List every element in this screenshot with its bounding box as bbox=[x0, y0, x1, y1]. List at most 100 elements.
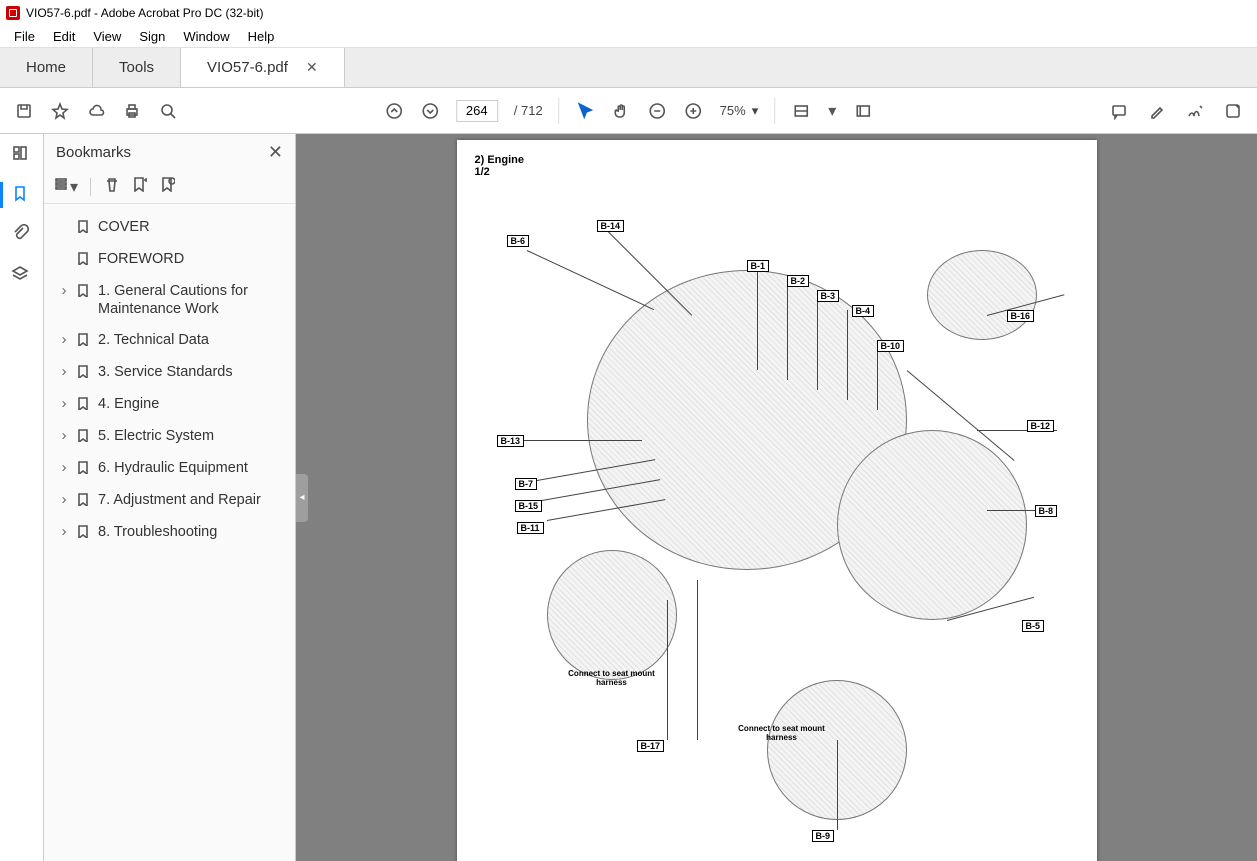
chevron-right-icon[interactable]: › bbox=[58, 427, 70, 445]
menu-window[interactable]: Window bbox=[175, 27, 237, 46]
titlebar: VIO57-6.pdf - Adobe Acrobat Pro DC (32-b… bbox=[0, 0, 1257, 26]
add-bookmark-icon[interactable] bbox=[131, 176, 147, 197]
bookmark-label: 3. Service Standards bbox=[98, 363, 287, 381]
page: 2) Engine 1/2 bbox=[457, 140, 1097, 861]
engine-diagram: Connect to seat mount harness Connect to… bbox=[467, 180, 1087, 861]
document-viewer[interactable]: ◂ 2) Engine 1/2 bbox=[296, 134, 1257, 861]
bookmark-item[interactable]: ›2. Technical Data bbox=[54, 325, 291, 357]
layers-icon[interactable] bbox=[11, 264, 33, 286]
pdf-icon bbox=[6, 6, 20, 20]
bookmark-label: COVER bbox=[98, 218, 287, 236]
callout-label: B-8 bbox=[1035, 505, 1058, 517]
menu-edit[interactable]: Edit bbox=[45, 27, 83, 46]
menu-file[interactable]: File bbox=[6, 27, 43, 46]
thumbnails-icon[interactable] bbox=[11, 144, 33, 166]
callout-label: B-14 bbox=[597, 220, 625, 232]
chevron-right-icon[interactable]: › bbox=[58, 491, 70, 509]
tab-document[interactable]: VIO57-6.pdf ✕ bbox=[181, 48, 345, 87]
bookmark-item[interactable]: ›5. Electric System bbox=[54, 421, 291, 453]
find-bookmark-icon[interactable] bbox=[159, 176, 175, 197]
comment-icon[interactable] bbox=[1109, 101, 1129, 121]
cloud-icon[interactable] bbox=[86, 101, 106, 121]
more-tools-icon[interactable] bbox=[1223, 101, 1243, 121]
select-tool-icon[interactable] bbox=[576, 101, 596, 121]
window-title: VIO57-6.pdf - Adobe Acrobat Pro DC (32-b… bbox=[26, 6, 263, 20]
tab-home-label: Home bbox=[26, 59, 66, 76]
page-up-icon[interactable] bbox=[384, 101, 404, 121]
tab-home[interactable]: Home bbox=[0, 48, 93, 87]
callout-label: B-11 bbox=[517, 522, 544, 534]
chevron-right-icon[interactable]: › bbox=[58, 331, 70, 349]
chevron-right-icon[interactable]: › bbox=[58, 459, 70, 477]
diagram-note: Connect to seat mount harness bbox=[567, 670, 657, 688]
chevron-right-icon[interactable]: › bbox=[58, 523, 70, 541]
bookmark-item[interactable]: ›8. Troubleshooting bbox=[54, 517, 291, 549]
callout-label: B-13 bbox=[497, 435, 525, 447]
hand-tool-icon[interactable] bbox=[612, 101, 632, 121]
sign-icon[interactable] bbox=[1185, 101, 1205, 121]
bookmark-list: COVER FOREWORD › 1. General Cautions for Ma… bbox=[44, 204, 295, 861]
callout-label: B-6 bbox=[507, 235, 530, 247]
tab-tools-label: Tools bbox=[119, 59, 154, 76]
callout-label: B-1 bbox=[747, 260, 770, 272]
chevron-right-icon[interactable]: › bbox=[58, 282, 70, 300]
page-total: / 712 bbox=[514, 103, 543, 118]
close-icon[interactable]: ✕ bbox=[306, 59, 318, 76]
bookmark-item[interactable]: ›7. Adjustment and Repair bbox=[54, 485, 291, 517]
chevron-right-icon[interactable]: › bbox=[58, 395, 70, 413]
left-rail bbox=[0, 134, 44, 861]
menu-sign[interactable]: Sign bbox=[131, 27, 173, 46]
zoom-value: 75% bbox=[720, 103, 746, 118]
bookmark-label: FOREWORD bbox=[98, 250, 287, 268]
options-icon[interactable]: ▾ bbox=[54, 176, 78, 197]
fit-width-icon[interactable] bbox=[791, 101, 811, 121]
page-input[interactable] bbox=[456, 100, 498, 122]
separator bbox=[90, 178, 91, 196]
callout-label: B-4 bbox=[852, 305, 875, 317]
zoom-out-icon[interactable] bbox=[648, 101, 668, 121]
chevron-right-icon[interactable]: › bbox=[58, 363, 70, 381]
bookmark-icon bbox=[76, 219, 92, 238]
bookmark-item[interactable]: › 1. General Cautions for Maintenance Wor… bbox=[54, 276, 291, 324]
print-icon[interactable] bbox=[122, 101, 142, 121]
zoom-in-icon[interactable] bbox=[684, 101, 704, 121]
bookmark-icon bbox=[76, 283, 92, 302]
bookmark-icon bbox=[76, 332, 92, 351]
bookmark-item[interactable]: FOREWORD bbox=[54, 244, 291, 276]
save-icon[interactable] bbox=[14, 101, 34, 121]
search-icon[interactable] bbox=[158, 101, 178, 121]
menu-help[interactable]: Help bbox=[240, 27, 283, 46]
page-down-icon[interactable] bbox=[420, 101, 440, 121]
highlight-icon[interactable] bbox=[1147, 101, 1167, 121]
tab-tools[interactable]: Tools bbox=[93, 48, 181, 87]
read-mode-icon[interactable] bbox=[853, 101, 873, 121]
close-panel-icon[interactable]: ✕ bbox=[268, 142, 283, 163]
attachments-icon[interactable] bbox=[11, 224, 33, 246]
separator bbox=[559, 98, 560, 124]
star-icon[interactable] bbox=[50, 101, 70, 121]
toolbar: / 712 75%▾ ▾ bbox=[0, 88, 1257, 134]
zoom-dropdown[interactable]: 75%▾ bbox=[720, 103, 759, 119]
bookmark-label: 6. Hydraulic Equipment bbox=[98, 459, 287, 477]
callout-label: B-7 bbox=[515, 478, 538, 490]
bookmark-icon bbox=[76, 364, 92, 383]
menu-view[interactable]: View bbox=[85, 27, 129, 46]
bookmark-label: 1. General Cautions for Maintenance Work bbox=[98, 282, 287, 318]
callout-label: B-2 bbox=[787, 275, 810, 287]
tabbar: Home Tools VIO57-6.pdf ✕ bbox=[0, 48, 1257, 88]
bookmark-label: 4. Engine bbox=[98, 395, 287, 413]
bookmarks-icon[interactable] bbox=[11, 184, 33, 206]
bookmark-item[interactable]: › 6. Hydraulic Equipment bbox=[54, 453, 291, 485]
delete-icon[interactable] bbox=[103, 176, 119, 197]
diagram-note: Connect to seat mount harness bbox=[737, 725, 827, 743]
callout-label: B-5 bbox=[1022, 620, 1045, 632]
bookmarks-panel: Bookmarks ✕ ▾ COVERFOREWORD›1. General C… bbox=[44, 134, 296, 861]
callout-label: B-9 bbox=[812, 830, 835, 842]
bookmark-item[interactable]: COVER bbox=[54, 212, 291, 244]
chevron-down-icon[interactable]: ▾ bbox=[827, 101, 837, 121]
bookmark-item[interactable]: › 3. Service Standards bbox=[54, 357, 291, 389]
callout-label: B-3 bbox=[817, 290, 840, 302]
bookmark-item[interactable]: › 4. Engine bbox=[54, 389, 291, 421]
callout-label: B-12 bbox=[1027, 420, 1055, 432]
collapse-handle-icon[interactable]: ◂ bbox=[296, 474, 308, 522]
